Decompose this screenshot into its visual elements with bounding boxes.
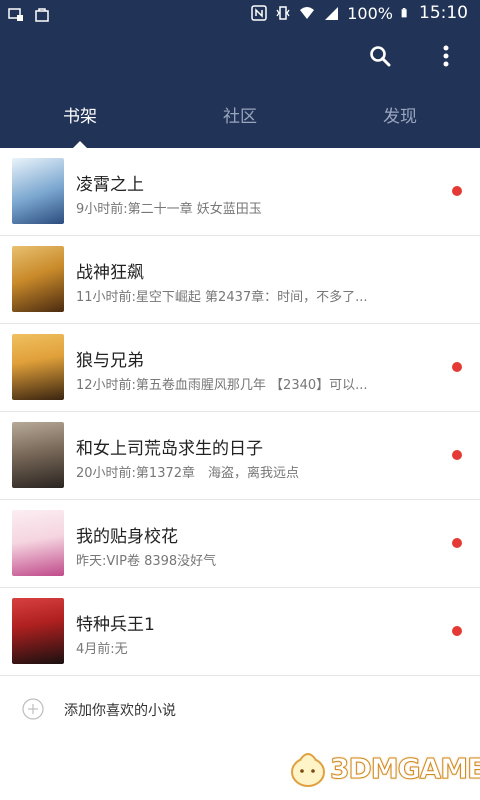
bag-icon xyxy=(35,8,49,22)
battery-icon xyxy=(401,8,407,18)
tab-bookshelf[interactable]: 书架 xyxy=(0,95,160,148)
book-cover xyxy=(12,422,64,488)
book-title: 特种兵王1 xyxy=(76,615,155,635)
unread-dot xyxy=(452,186,462,196)
book-latest-chapter: 4月前:无 xyxy=(76,642,128,657)
book-title: 狼与兄弟 xyxy=(76,351,144,371)
book-latest-chapter: 昨天:VIP卷 8398没好气 xyxy=(76,554,217,569)
watermark-logo: 3DMGAME xyxy=(286,746,480,790)
book-title: 凌霄之上 xyxy=(76,175,144,195)
add-novel-button[interactable]: 添加你喜欢的小说 xyxy=(0,686,480,734)
book-latest-chapter: 9小时前:第二十一章 妖女蓝田玉 xyxy=(76,202,262,217)
add-circle-icon xyxy=(22,698,44,720)
clock: 15:10 xyxy=(419,3,468,23)
book-cover xyxy=(12,158,64,224)
book-cover xyxy=(12,510,64,576)
unread-dot xyxy=(452,626,462,636)
book-cover xyxy=(12,598,64,664)
notification-icon xyxy=(8,8,23,21)
book-title: 我的贴身校花 xyxy=(76,527,178,547)
nfc-icon xyxy=(251,5,267,21)
wifi-icon xyxy=(300,7,315,19)
tab-bar: 书架 社区 发现 xyxy=(0,95,480,148)
book-latest-chapter: 11小时前:星空下崛起 第2437章：时间，不多了... xyxy=(76,290,368,305)
book-title: 和女上司荒岛求生的日子 xyxy=(76,439,263,459)
watermark-text: 3DMGAME xyxy=(329,751,480,785)
book-item-5[interactable]: 特种兵王1 4月前:无 xyxy=(0,588,480,676)
book-list: 凌霄之上 9小时前:第二十一章 妖女蓝田玉 战神狂飙 11小时前:星空下崛起 第… xyxy=(0,148,480,676)
book-item-3[interactable]: 和女上司荒岛求生的日子 20小时前:第1372章 海盗，离我远点 xyxy=(0,412,480,500)
unread-dot xyxy=(452,450,462,460)
vibrate-icon xyxy=(276,6,290,20)
book-latest-chapter: 12小时前:第五卷血雨腥风那几年 【2340】可以... xyxy=(76,378,368,393)
signal-icon xyxy=(325,7,339,20)
tab-discover[interactable]: 发现 xyxy=(320,95,480,148)
more-options-icon[interactable] xyxy=(434,42,458,70)
status-bar: 100% 15:10 xyxy=(0,0,480,30)
unread-dot xyxy=(452,362,462,372)
unread-dot xyxy=(452,538,462,548)
book-latest-chapter: 20小时前:第1372章 海盗，离我远点 xyxy=(76,466,300,481)
book-cover xyxy=(12,246,64,312)
mascot-icon xyxy=(291,753,325,787)
book-item-2[interactable]: 狼与兄弟 12小时前:第五卷血雨腥风那几年 【2340】可以... xyxy=(0,324,480,412)
search-icon[interactable] xyxy=(368,42,392,70)
book-item-4[interactable]: 我的贴身校花 昨天:VIP卷 8398没好气 xyxy=(0,500,480,588)
tab-community[interactable]: 社区 xyxy=(160,95,320,148)
book-item-0[interactable]: 凌霄之上 9小时前:第二十一章 妖女蓝田玉 xyxy=(0,148,480,236)
battery-percent: 100% xyxy=(347,3,393,23)
book-item-1[interactable]: 战神狂飙 11小时前:星空下崛起 第2437章：时间，不多了... xyxy=(0,236,480,324)
book-cover xyxy=(12,334,64,400)
book-title: 战神狂飙 xyxy=(76,263,144,283)
add-novel-label: 添加你喜欢的小说 xyxy=(64,703,176,719)
app-header: 100% 15:10 书架 社区 发现 xyxy=(0,0,480,148)
